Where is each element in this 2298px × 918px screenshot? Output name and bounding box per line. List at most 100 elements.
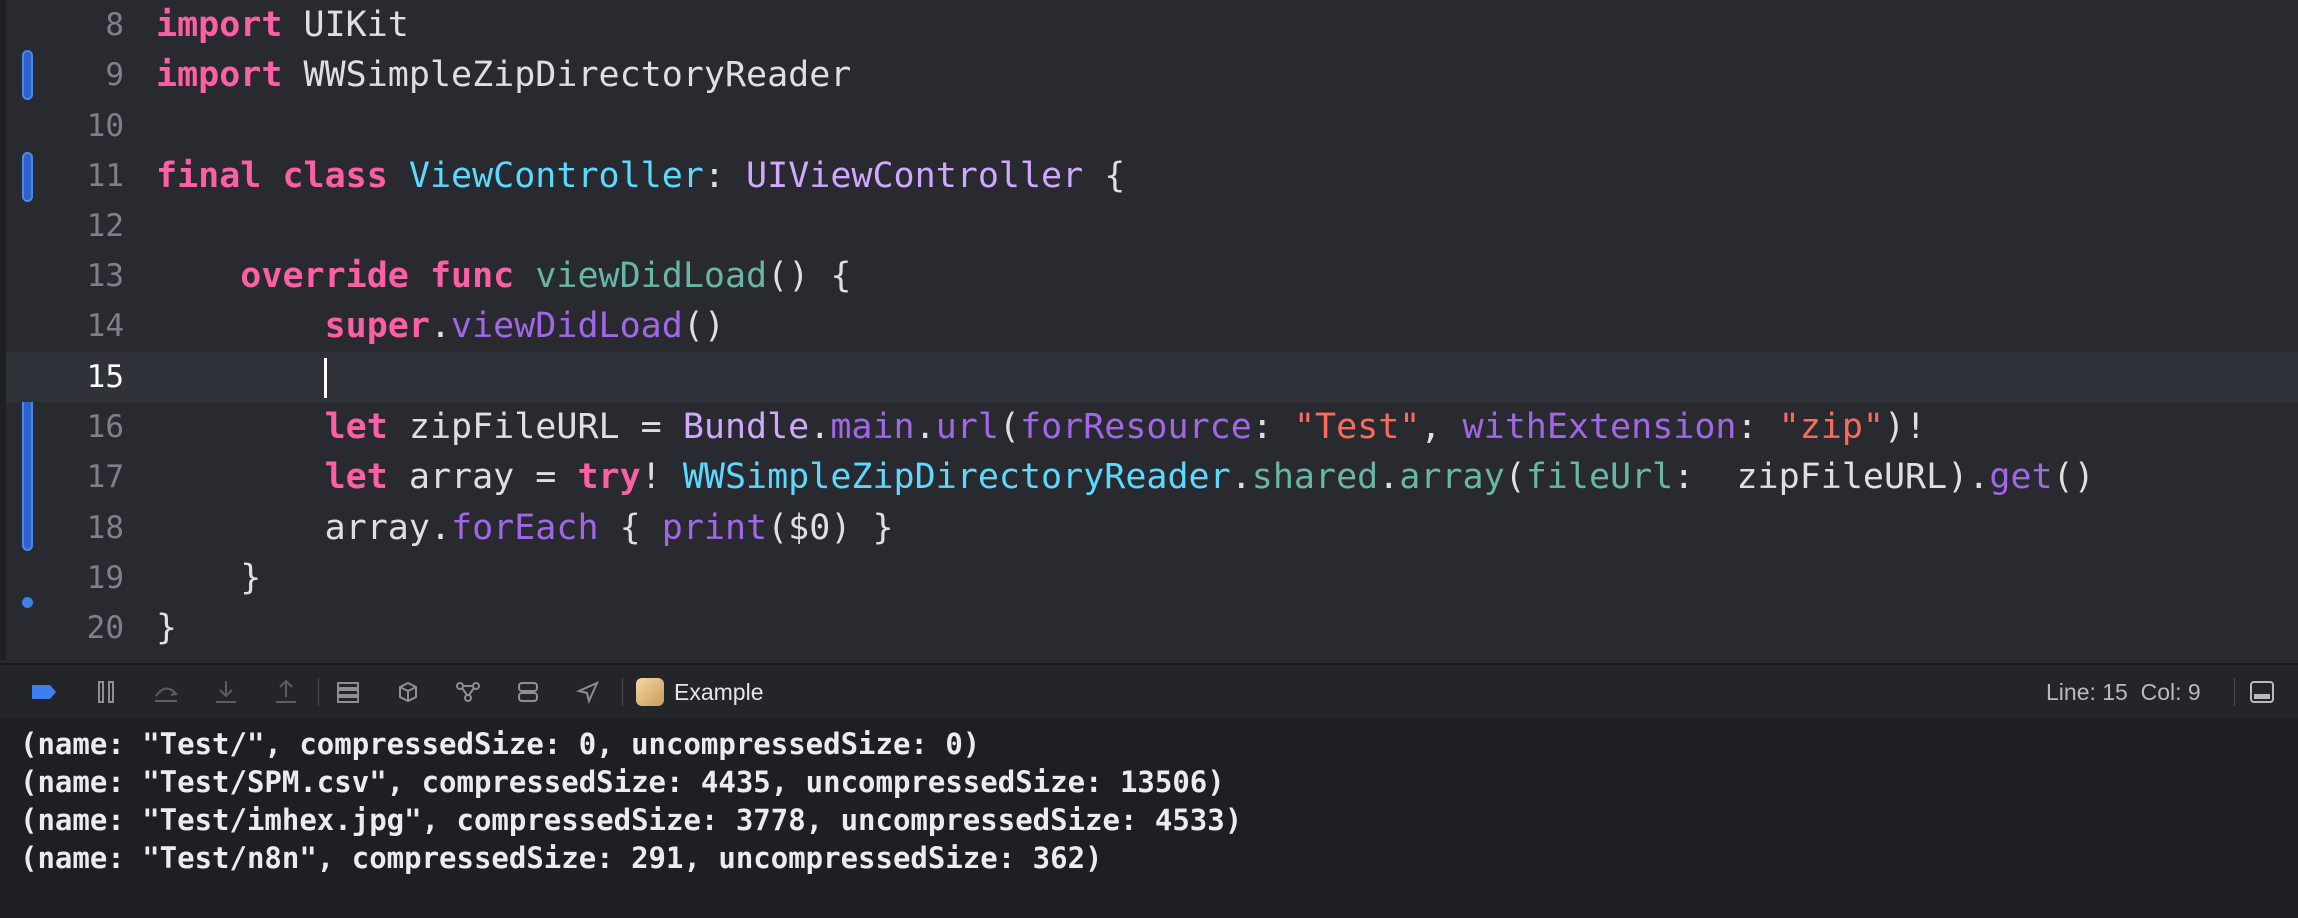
parens: () [682, 306, 725, 346]
scheme-name[interactable]: Example [674, 678, 763, 706]
code-line-12[interactable]: 12 [6, 201, 2298, 251]
code-line-19[interactable]: 19 } [6, 553, 2298, 603]
app-icon[interactable] [636, 678, 664, 706]
toolbar-divider [622, 678, 623, 706]
line-number: 13 [86, 258, 124, 294]
close-brace: } [240, 558, 262, 598]
line-number: 19 [86, 560, 124, 596]
string-literal: "Test" [1293, 407, 1421, 447]
toolbar-divider [318, 678, 319, 706]
console-line: (name: "Test/n8n", compressedSize: 291, … [20, 841, 1103, 875]
text-cursor [323, 358, 327, 398]
line-number: 18 [86, 510, 124, 546]
line-number: 15 [86, 359, 124, 395]
line-number: 14 [86, 308, 124, 344]
keyword-import: import [156, 5, 283, 45]
function-name: viewDidLoad [535, 256, 768, 296]
keyword-try: try [577, 457, 641, 497]
environment-icon[interactable] [454, 678, 482, 706]
dot: . [429, 306, 452, 346]
colon: : [1251, 407, 1294, 447]
dot: . [809, 407, 831, 447]
open-brace: { [1083, 156, 1126, 196]
method-call: viewDidLoad [451, 306, 683, 346]
code-line-18[interactable]: 18 array.forEach { print($0) } [6, 503, 2298, 553]
keyword-super: super [324, 306, 430, 346]
pause-icon[interactable] [92, 678, 120, 706]
step-into-icon[interactable] [212, 678, 240, 706]
parens-brace: () { [767, 256, 852, 296]
dot: . [1230, 457, 1252, 497]
variable-decl: array = [387, 457, 578, 497]
keyword-class: class [282, 156, 388, 196]
memory-graph-icon[interactable] [394, 678, 422, 706]
colon: : [1736, 407, 1779, 447]
lparen: ( [1504, 457, 1526, 497]
code-line-10[interactable]: 10 [6, 101, 2298, 151]
arg-label: withExtension [1462, 407, 1737, 447]
console-line: (name: "Test/SPM.csv", compressedSize: 4… [20, 765, 1225, 799]
method-url: url [935, 407, 999, 447]
code-line-16[interactable]: 16 let zipFileURL = Bundle.main.url(forR… [6, 402, 2298, 452]
location-icon[interactable] [574, 678, 602, 706]
step-over-icon[interactable] [152, 678, 180, 706]
code-line-15[interactable]: 15 [6, 352, 2298, 402]
step-out-icon[interactable] [272, 678, 300, 706]
class-name: ViewController [408, 156, 704, 196]
colon: : [1673, 457, 1716, 497]
toggle-console-icon[interactable] [2248, 678, 2276, 706]
dot: . [914, 407, 936, 447]
parens: () [2052, 457, 2095, 497]
keyword-import: import [156, 55, 283, 95]
dot: . [1378, 457, 1400, 497]
code-editor[interactable]: 8 import UIKit 9 import WWSimpleZipDirec… [0, 0, 2298, 660]
line-number: 9 [105, 57, 124, 93]
module-name: UIKit [303, 5, 409, 45]
console-output[interactable]: (name: "Test/", compressedSize: 0, uncom… [0, 719, 2298, 918]
simulate-location-icon[interactable] [514, 678, 542, 706]
keyword-let: let [324, 407, 388, 447]
module-name: WWSimpleZipDirectoryReader [303, 55, 852, 95]
line-number: 17 [86, 459, 124, 495]
superclass-name: UIViewController [746, 156, 1084, 196]
code-line-17[interactable]: 17 let array = try! WWSimpleZipDirectory… [6, 452, 2298, 502]
keyword-override: override [240, 256, 409, 296]
breakpoints-icon[interactable] [28, 678, 60, 706]
code-line-8[interactable]: 8 import UIKit [6, 0, 2298, 50]
debug-bar: Example Line: 15 Col: 9 [0, 663, 2298, 721]
type-reader: WWSimpleZipDirectoryReader [682, 457, 1231, 497]
code-line-9[interactable]: 9 import WWSimpleZipDirectoryReader [6, 50, 2298, 100]
colon: : [703, 156, 747, 196]
print-args: ($0) } [767, 508, 894, 548]
console-line: (name: "Test/imhex.jpg", compressedSize:… [20, 803, 1243, 837]
line-number: 8 [105, 7, 124, 43]
function-print: print [661, 508, 768, 548]
keyword-let: let [324, 457, 388, 497]
code-line-20[interactable]: 20 } [6, 603, 2298, 653]
line-number: 20 [86, 610, 124, 646]
bang: ! [640, 457, 683, 497]
string-literal: "zip" [1778, 407, 1884, 447]
rparen-bang: )! [1884, 407, 1927, 447]
arg-label: forResource [1020, 407, 1252, 447]
comma: , [1420, 407, 1463, 447]
keyword-final: final [156, 156, 262, 196]
code-line-11[interactable]: 11 final class ViewController: UIViewCon… [6, 151, 2298, 201]
console-line: (name: "Test/", compressedSize: 0, uncom… [20, 727, 981, 761]
line-number: 10 [86, 108, 124, 144]
code-line-13[interactable]: 13 override func viewDidLoad() { [6, 251, 2298, 301]
view-hierarchy-icon[interactable] [334, 678, 362, 706]
method-array: array [1399, 457, 1505, 497]
property-shared: shared [1251, 457, 1379, 497]
lparen: ( [998, 407, 1020, 447]
method-for-each: forEach [451, 508, 599, 548]
toolbar-divider [2234, 678, 2235, 706]
argument: zipFileURL [1715, 457, 1948, 497]
variable-decl: zipFileURL = [387, 407, 683, 447]
arg-label: fileUrl [1525, 457, 1674, 497]
code-line-14[interactable]: 14 super.viewDidLoad() [6, 301, 2298, 351]
closure-open: { [598, 508, 662, 548]
dot: . [429, 508, 452, 548]
type-bundle: Bundle [682, 407, 810, 447]
variable-ref: array [324, 508, 430, 548]
